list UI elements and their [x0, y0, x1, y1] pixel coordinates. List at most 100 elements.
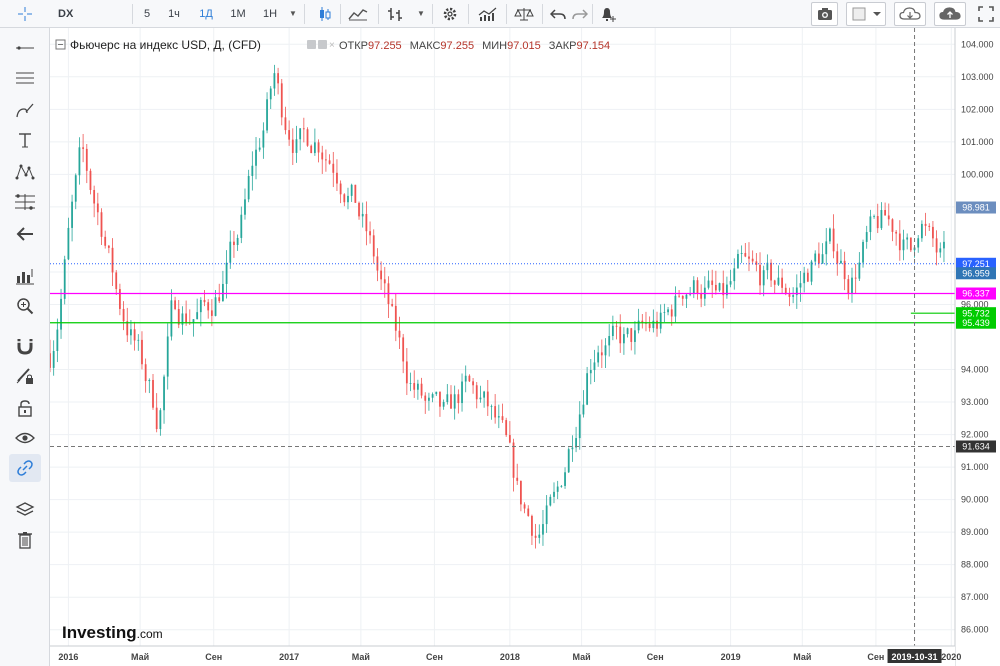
- time-tick-label: Май: [131, 652, 149, 662]
- candle-body: [155, 407, 158, 430]
- measure-tool[interactable]: [13, 264, 37, 288]
- undo-button[interactable]: [546, 3, 570, 25]
- chart-application: DX 5 1ч 1Д 1М 1Н ▼ ▼ 104.000 103.000 102…: [0, 0, 1000, 666]
- candle-body: [166, 336, 169, 377]
- candle-body: [74, 175, 77, 202]
- interval-dropdown[interactable]: ▼: [286, 2, 300, 25]
- interval-1h[interactable]: 1ч: [160, 2, 188, 25]
- price-axis-background: [955, 28, 1000, 666]
- load-cloud-button[interactable]: [934, 2, 966, 26]
- channel-tool[interactable]: [13, 66, 37, 90]
- high-label: МАКС: [410, 40, 441, 52]
- zoom-tool[interactable]: [13, 294, 37, 318]
- price-tick-label: 104.000: [961, 39, 994, 49]
- candle-body: [247, 175, 250, 200]
- legend-hide-icon[interactable]: [318, 40, 327, 49]
- candle-body: [210, 310, 213, 316]
- price-tick-label: 102.000: [961, 104, 994, 114]
- candle-body: [553, 491, 555, 497]
- candle-body: [836, 251, 839, 264]
- snapshot-button[interactable]: [811, 2, 838, 26]
- price-tick-label: 92.000: [961, 430, 989, 440]
- hide-drawings-tool[interactable]: [13, 426, 37, 450]
- magnet-tool[interactable]: [13, 334, 37, 358]
- candle-body: [163, 376, 165, 411]
- fullscreen-button[interactable]: [974, 3, 998, 25]
- candle-body: [597, 352, 600, 363]
- candle-body: [369, 231, 371, 236]
- compare-button[interactable]: [512, 3, 536, 25]
- legend-settings-icon[interactable]: [307, 40, 316, 49]
- crosshair-tool[interactable]: [13, 4, 37, 24]
- candle-body: [887, 215, 890, 220]
- candle-body: [564, 472, 566, 486]
- candle-body: [810, 261, 813, 282]
- candle-body: [891, 219, 894, 232]
- chart-type-dropdown[interactable]: ▼: [414, 2, 428, 25]
- trash-icon: [18, 532, 32, 549]
- candle-body: [122, 308, 125, 322]
- candle-body: [222, 283, 224, 302]
- candle-body: [240, 214, 243, 238]
- candle-body: [538, 534, 541, 538]
- candle-body: [251, 165, 254, 176]
- candle-body: [170, 300, 173, 337]
- candle-body: [295, 139, 298, 153]
- candle-body: [479, 397, 482, 400]
- text-tool[interactable]: [13, 128, 37, 152]
- color-picker-button[interactable]: [846, 2, 886, 26]
- settings-button[interactable]: [438, 3, 462, 25]
- pattern-tool[interactable]: [13, 160, 37, 184]
- candle-body: [667, 309, 669, 313]
- object-tree-tool[interactable]: [13, 498, 37, 522]
- fib-tool[interactable]: [13, 190, 37, 214]
- candle-body: [729, 281, 732, 285]
- candle-body: [806, 272, 809, 282]
- candles-button[interactable]: [313, 3, 337, 25]
- candle-body: [770, 262, 772, 281]
- bars-button[interactable]: [384, 3, 408, 25]
- cloud-save-icon: [899, 7, 921, 20]
- candle-body: [383, 279, 386, 284]
- interval-1mo[interactable]: 1Н: [256, 2, 284, 25]
- price-tick-label: 90.000: [961, 495, 989, 505]
- toolbar-divider: [468, 4, 469, 24]
- candle-body: [288, 130, 291, 140]
- brush-tool[interactable]: [13, 98, 37, 122]
- candle-body: [442, 402, 445, 407]
- lock-all-tool[interactable]: [13, 396, 37, 420]
- candle-body: [854, 277, 857, 279]
- save-cloud-button[interactable]: [894, 2, 926, 26]
- interval-1d[interactable]: 1Д: [192, 2, 220, 25]
- candle-body: [567, 449, 570, 473]
- candle-body: [196, 312, 199, 320]
- candle-body: [93, 189, 96, 204]
- candle-body: [468, 375, 471, 382]
- channel-icon: [16, 72, 34, 84]
- time-tick-label: Май: [573, 652, 591, 662]
- candle-body: [483, 391, 486, 398]
- indicators-button[interactable]: [476, 3, 500, 25]
- candle-body: [405, 361, 408, 384]
- back-arrow-tool[interactable]: [13, 222, 37, 246]
- line-chart-button[interactable]: [346, 3, 370, 25]
- horizontal-line-tool[interactable]: [13, 36, 37, 60]
- low-value: 97.015: [507, 40, 541, 52]
- candle-body: [714, 284, 717, 291]
- lock-drawing-tool[interactable]: [13, 364, 37, 388]
- symbol-search[interactable]: DX: [50, 2, 128, 25]
- candle-body: [773, 280, 776, 285]
- price-chart[interactable]: 104.000103.000102.000101.000100.00099.00…: [50, 28, 1000, 666]
- interval-5[interactable]: 5: [136, 2, 158, 25]
- candle-body: [428, 397, 430, 401]
- sync-drawings-tool[interactable]: [9, 454, 41, 482]
- legend-remove-icon[interactable]: ×: [329, 40, 335, 51]
- candle-body: [678, 295, 680, 297]
- candle-body: [880, 209, 883, 229]
- redo-button[interactable]: [568, 3, 592, 25]
- interval-1w[interactable]: 1М: [224, 2, 252, 25]
- remove-drawings-tool[interactable]: [13, 528, 37, 552]
- alert-button[interactable]: [596, 3, 620, 25]
- candle-body: [50, 353, 51, 368]
- close-value: 97.154: [576, 40, 610, 52]
